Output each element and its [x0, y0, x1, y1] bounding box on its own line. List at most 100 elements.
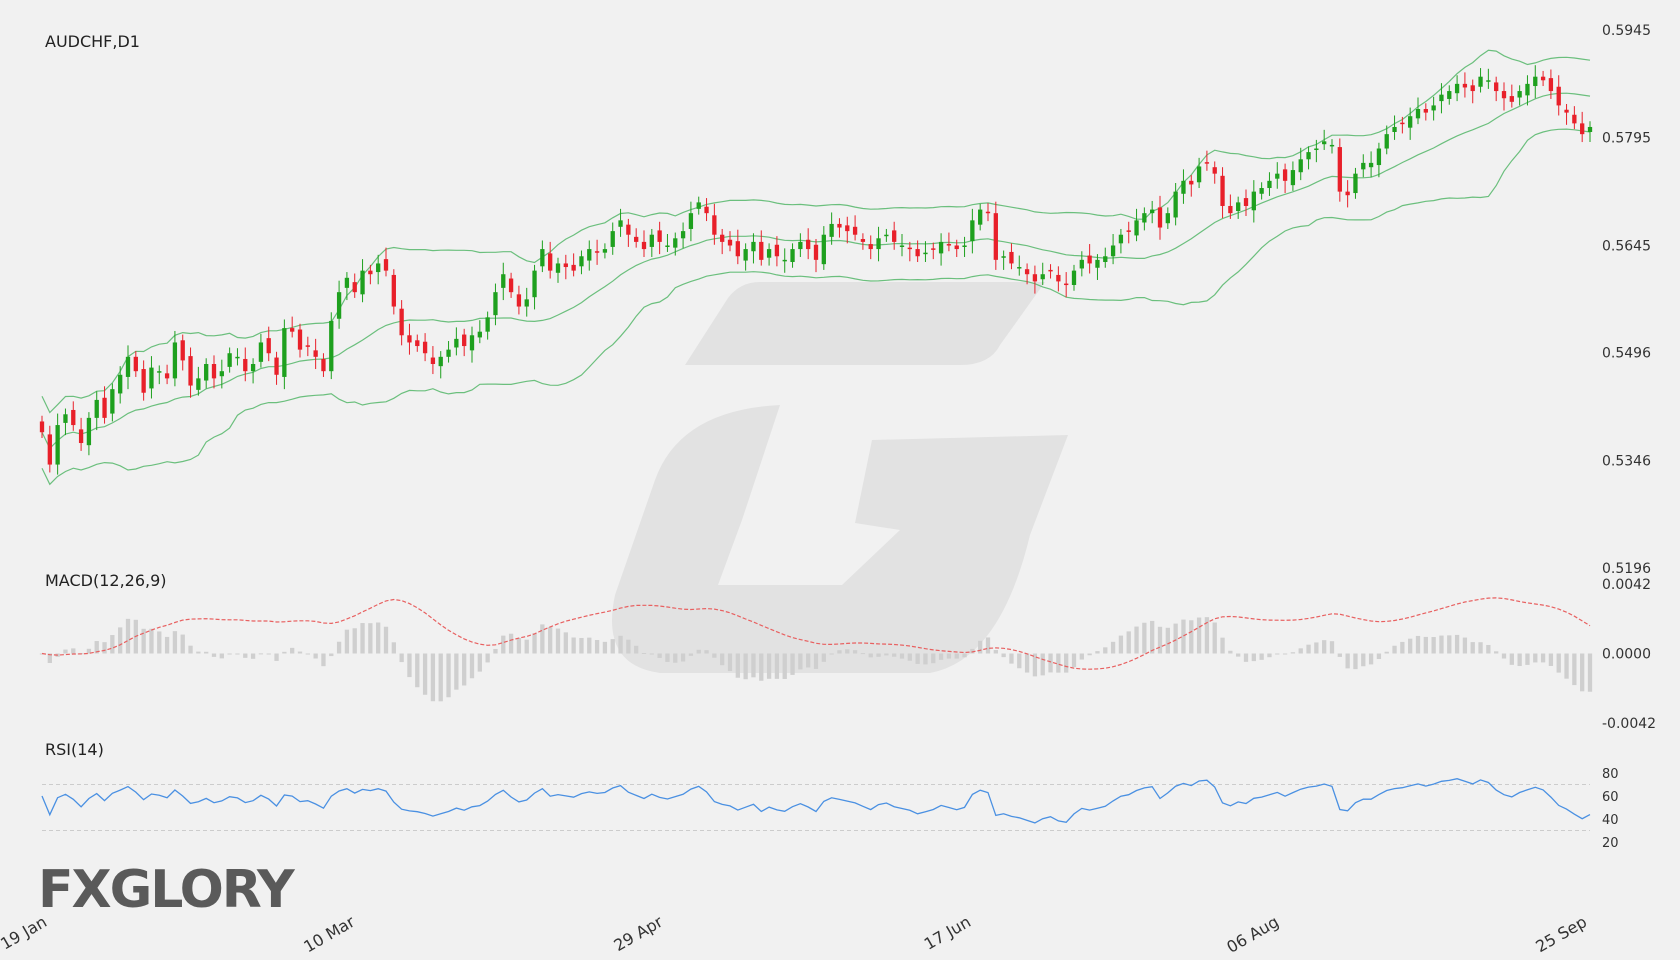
- logo-text-right: GLORY: [109, 860, 295, 920]
- macd-histogram-bar: [634, 645, 639, 654]
- candle-body: [1478, 76, 1483, 87]
- candle: [696, 196, 701, 215]
- candle-body: [1306, 152, 1311, 160]
- candle-body: [133, 356, 138, 372]
- candle: [860, 233, 866, 250]
- macd-histogram-bar: [720, 653, 725, 666]
- candle-body: [688, 213, 694, 229]
- macd-histogram-bar: [204, 651, 209, 654]
- candle: [164, 364, 170, 385]
- candle-body: [1087, 255, 1092, 264]
- macd-histogram-bar: [376, 622, 381, 654]
- candle: [391, 269, 396, 315]
- candle: [845, 216, 850, 244]
- candle: [1454, 75, 1460, 102]
- macd-histogram-bar: [407, 653, 412, 678]
- macd-histogram-bar: [329, 653, 334, 657]
- macd-histogram-bar: [751, 653, 756, 678]
- candle-body: [1408, 116, 1413, 128]
- candle-body: [1118, 234, 1124, 244]
- candle: [892, 221, 897, 250]
- macd-histogram-bar: [688, 653, 694, 656]
- candle: [141, 360, 146, 401]
- macd-histogram-bar: [501, 635, 506, 654]
- candle-body: [704, 206, 709, 214]
- macd-histogram-bar: [1470, 642, 1475, 654]
- candle: [1353, 167, 1358, 199]
- candle: [204, 358, 209, 389]
- candle-body: [188, 356, 193, 386]
- macd-histogram-bar: [1181, 619, 1186, 654]
- macd-histogram-bar: [344, 629, 350, 654]
- macd-tick-label: 0.0042: [1602, 577, 1651, 593]
- macd-histogram-bar: [954, 653, 959, 659]
- candle: [78, 417, 84, 451]
- candle: [907, 241, 912, 262]
- candle: [1540, 70, 1546, 87]
- candle-body: [180, 340, 185, 361]
- macd-histogram-bar: [594, 639, 600, 654]
- candle-body: [1275, 173, 1280, 179]
- macd-histogram-bar: [837, 650, 842, 654]
- candle-body: [899, 245, 905, 247]
- macd-histogram-bar: [493, 648, 498, 654]
- macd-histogram-bar: [1189, 620, 1194, 654]
- candle-body: [157, 371, 162, 373]
- candle-body: [47, 434, 52, 465]
- macd-histogram-bar: [1165, 627, 1170, 654]
- macd-histogram-bar: [1415, 635, 1421, 654]
- macd-histogram-bar: [71, 648, 76, 654]
- candle-body: [845, 225, 850, 232]
- candle: [970, 208, 975, 254]
- candle-body: [110, 389, 115, 414]
- macd-histogram-bar: [876, 653, 881, 657]
- macd-histogram-bar: [774, 653, 780, 679]
- date-tick-label: 17 Jun: [921, 912, 974, 954]
- candle-body: [422, 341, 428, 354]
- macd-histogram-bar: [1009, 653, 1014, 664]
- candle: [1345, 180, 1350, 208]
- candle: [102, 386, 107, 424]
- candle-body: [1361, 162, 1366, 170]
- macd-histogram-bar: [1142, 622, 1147, 654]
- macd-histogram-bar: [1509, 653, 1514, 665]
- candle: [1494, 76, 1499, 102]
- macd-histogram-bar: [1337, 653, 1342, 657]
- macd-histogram-bar: [1251, 653, 1256, 662]
- candle-body: [657, 230, 662, 242]
- candle-body: [438, 356, 443, 367]
- date-tick-label: 10 Mar: [300, 912, 358, 956]
- candle: [1447, 85, 1452, 105]
- candle: [344, 272, 350, 301]
- candle: [1126, 221, 1131, 244]
- candle-body: [649, 234, 654, 247]
- macd-histogram-bar: [1056, 653, 1061, 673]
- candle: [1157, 195, 1163, 240]
- candle-body: [336, 292, 342, 319]
- candle: [1431, 96, 1436, 121]
- candle-body: [485, 317, 490, 332]
- candle-body: [172, 342, 178, 379]
- candle-body: [774, 244, 780, 257]
- macd-histogram-bar: [1095, 651, 1100, 654]
- candle: [1071, 264, 1077, 291]
- candle-body: [1165, 213, 1170, 224]
- candle-body: [634, 236, 639, 242]
- macd-histogram-bar: [227, 653, 232, 655]
- candle: [634, 228, 639, 248]
- candle: [1478, 68, 1483, 93]
- candle-body: [1564, 109, 1569, 113]
- candle: [360, 259, 365, 303]
- macd-histogram-bar: [290, 647, 295, 654]
- candle-body: [415, 340, 420, 347]
- candle-body: [250, 364, 256, 372]
- macd-histogram-bar: [1353, 653, 1358, 670]
- candle: [735, 229, 740, 265]
- candle-body: [1509, 96, 1514, 102]
- candle-body: [1533, 76, 1538, 87]
- macd-histogram-bar: [1540, 653, 1546, 663]
- candle: [594, 239, 600, 265]
- candle-body: [1337, 147, 1342, 192]
- candle: [477, 320, 482, 344]
- candle-body: [78, 429, 84, 444]
